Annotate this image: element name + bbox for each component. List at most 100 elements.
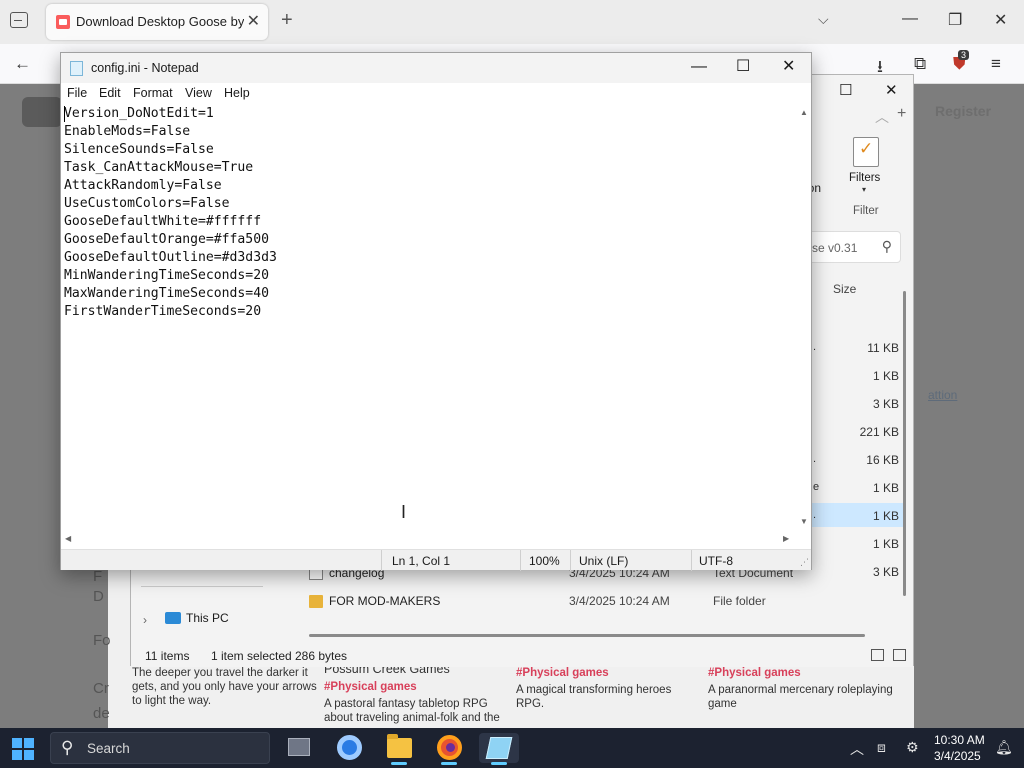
page-text: F	[93, 568, 103, 585]
search-input[interactable]: se v0.31	[812, 241, 857, 255]
search-label: Search	[87, 741, 130, 756]
windows-start-icon[interactable]	[12, 738, 34, 760]
resize-grip-icon[interactable]: ⋰	[800, 557, 809, 568]
close-icon[interactable]: ✕	[782, 58, 795, 76]
chevron-up-icon[interactable]: ︿	[875, 107, 889, 127]
line-ending: Unix (LF)	[579, 554, 629, 568]
task-view-button[interactable]	[279, 733, 319, 763]
file-explorer-button[interactable]	[379, 733, 419, 765]
tab-list-icon[interactable]	[10, 12, 28, 28]
size-column-header[interactable]: Size	[833, 282, 856, 296]
chevron-right-icon[interactable]: ›	[143, 613, 147, 627]
close-window-icon[interactable]: ✕	[994, 10, 1007, 30]
nav-divider	[141, 586, 263, 587]
close-tab-icon[interactable]: ✕	[247, 11, 260, 31]
file-date: 3/4/2025 10:24 AM	[569, 594, 670, 608]
site-logo[interactable]	[22, 97, 62, 127]
vertical-scrollbar[interactable]	[799, 119, 809, 515]
game-card[interactable]: #Physical games A magical transforming h…	[516, 666, 701, 711]
new-tab-icon[interactable]: +	[281, 10, 293, 30]
tab-title: Download Desktop Goose by samperson	[76, 14, 244, 29]
file-size: 3 KB	[872, 397, 899, 411]
menu-icon[interactable]: ≡	[991, 54, 1001, 74]
register-link[interactable]: Register	[935, 103, 991, 119]
nav-item-this-pc[interactable]: This PC	[186, 611, 229, 625]
menu-view[interactable]: View	[185, 86, 212, 100]
page-link[interactable]: attion	[928, 388, 957, 402]
browser-tab[interactable]: Download Desktop Goose by samperson ✕	[46, 4, 268, 40]
notepad-button[interactable]	[479, 733, 519, 765]
details-view-icon[interactable]	[871, 649, 884, 661]
menu-help[interactable]: Help	[224, 86, 250, 100]
horizontal-scrollbar[interactable]	[309, 634, 865, 637]
add-tab-icon[interactable]: +	[897, 105, 906, 123]
extensions-icon[interactable]: ⧉	[914, 54, 926, 74]
status-divider	[381, 550, 382, 571]
itch-favicon-icon	[56, 15, 70, 29]
status-divider	[570, 550, 571, 571]
chevron-up-icon[interactable]: ︿	[850, 739, 864, 759]
horizontal-scrollbar[interactable]	[61, 531, 799, 548]
page-text: D	[93, 588, 104, 605]
truncated-name: .	[813, 453, 817, 465]
search-box[interactable]: se v0.31 ⚲	[801, 231, 901, 263]
chrome-button[interactable]	[329, 733, 369, 763]
display-icon[interactable]: ⧈	[877, 739, 886, 756]
browser-tab-bar: Download Desktop Goose by samperson ✕ + …	[0, 0, 1024, 44]
game-card[interactable]: Possum Creek Games #Physical games A pas…	[324, 662, 509, 725]
vertical-scrollbar[interactable]	[903, 291, 906, 596]
menu-edit[interactable]: Edit	[99, 86, 121, 100]
file-row[interactable]: FOR MOD-MAKERS 3/4/2025 10:24 AM File fo…	[307, 591, 897, 615]
notepad-title-bar[interactable]: config.ini - Notepad — ☐ ✕	[61, 53, 811, 83]
text-editor[interactable]: Version_DoNotEdit=1 EnableMods=False Sil…	[64, 105, 798, 531]
running-indicator	[391, 762, 407, 765]
selection-count: 1 item selected	[211, 649, 292, 663]
file-size: 1 KB	[872, 369, 899, 383]
notification-bell-icon[interactable]: 🔔︎	[995, 739, 1013, 756]
firefox-button[interactable]	[429, 733, 469, 765]
taskbar-search[interactable]: ⚲ Search	[50, 732, 270, 764]
maximize-icon[interactable]: ☐	[839, 81, 852, 99]
running-indicator	[491, 762, 507, 765]
filters-button-label[interactable]: Filters	[849, 172, 880, 184]
folder-icon	[309, 595, 323, 608]
network-icon[interactable]: ⚙	[906, 739, 919, 756]
maximize-icon[interactable]: ☐	[736, 58, 750, 76]
game-tag[interactable]: #Physical games	[708, 666, 893, 680]
game-card[interactable]: #Physical games A paranormal mercenary r…	[708, 666, 893, 711]
file-size: 1 KB	[872, 481, 899, 495]
firefox-icon	[437, 735, 462, 760]
menu-file[interactable]: File	[67, 86, 87, 100]
restore-icon[interactable]: ❐	[948, 10, 962, 30]
item-count: 11 items	[145, 649, 190, 663]
page-text: de	[93, 705, 110, 722]
search-icon[interactable]: ⚲	[882, 238, 892, 255]
scroll-right-icon[interactable]: ▶	[783, 534, 789, 543]
status-divider	[691, 550, 692, 571]
game-card[interactable]: The deeper you travel the darker it gets…	[132, 666, 317, 708]
game-tag[interactable]: #Physical games	[516, 666, 701, 680]
minimize-icon[interactable]: —	[902, 10, 918, 28]
chevron-down-icon[interactable]: ⌵	[818, 11, 829, 28]
tiles-view-icon[interactable]	[893, 649, 906, 661]
menu-format[interactable]: Format	[133, 86, 173, 100]
filters-chevron-icon[interactable]: ▾	[862, 185, 866, 194]
close-icon[interactable]: ✕	[885, 81, 898, 99]
system-clock[interactable]: 10:30 AM 3/4/2025	[934, 732, 985, 764]
filters-icon[interactable]	[853, 137, 879, 167]
running-indicator	[441, 762, 457, 765]
truncated-name: e	[813, 481, 820, 493]
game-description: A paranormal mercenary roleplaying game	[708, 684, 893, 710]
scroll-left-icon[interactable]: ◀	[65, 534, 71, 543]
page-text: Fo	[93, 632, 111, 649]
minimize-icon[interactable]: —	[691, 58, 707, 76]
menu-bar: File Edit Format View Help	[61, 83, 811, 103]
scroll-down-icon[interactable]: ▼	[800, 517, 808, 526]
file-name: FOR MOD-MAKERS	[329, 594, 441, 608]
notepad-status-bar: Ln 1, Col 1 100% Unix (LF) UTF-8 ⋰	[61, 549, 811, 571]
scroll-up-icon[interactable]: ▲	[800, 108, 808, 117]
encoding: UTF-8	[699, 554, 733, 568]
back-icon[interactable]: ←	[14, 54, 31, 74]
game-tag[interactable]: #Physical games	[324, 680, 509, 694]
notepad-window: config.ini - Notepad — ☐ ✕ File Edit For…	[60, 52, 812, 571]
